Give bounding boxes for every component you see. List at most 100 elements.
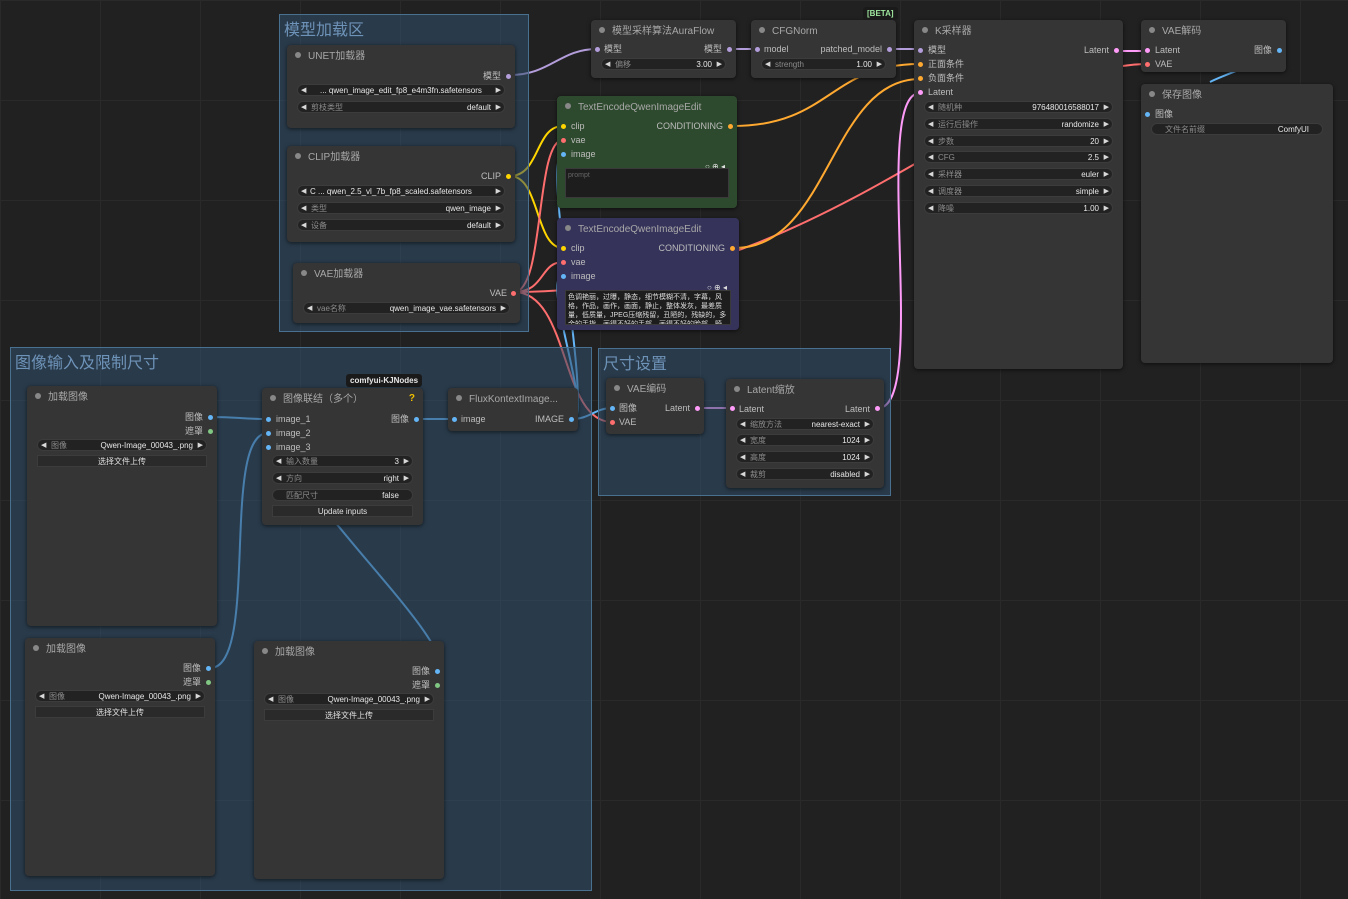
- arrow-left-icon[interactable]: ◀: [928, 102, 933, 112]
- scheduler-widget[interactable]: ◀ 调度器 simple ▶: [924, 185, 1113, 197]
- steps-widget[interactable]: ◀ 步数 20 ▶: [924, 135, 1113, 147]
- input-port-clip[interactable]: [561, 124, 566, 129]
- input-port[interactable]: [595, 47, 600, 52]
- node-load-image-2[interactable]: 加载图像 图像 遮罩 ◀ 图像 Qwen-Image_00043_.png ▶ 选择文…: [25, 638, 215, 876]
- arrow-right-icon[interactable]: ▶: [496, 203, 501, 213]
- input-port-latent[interactable]: [918, 90, 923, 95]
- output-port[interactable]: [506, 74, 511, 79]
- collapse-dot-icon[interactable]: [456, 395, 462, 401]
- collapse-dot-icon[interactable]: [599, 27, 605, 33]
- input-port-model[interactable]: [918, 48, 923, 53]
- output-port[interactable]: [887, 47, 892, 52]
- input-port-latent[interactable]: [1145, 48, 1150, 53]
- arrow-left-icon[interactable]: ◀: [41, 440, 46, 450]
- sampler-widget[interactable]: ◀ 采样器 euler ▶: [924, 168, 1113, 180]
- output-port[interactable]: [875, 406, 880, 411]
- collapse-dot-icon[interactable]: [734, 386, 740, 392]
- arrow-right-icon[interactable]: ▶: [501, 303, 506, 313]
- arrow-left-icon[interactable]: ◀: [301, 102, 306, 112]
- arrow-right-icon[interactable]: ▶: [1104, 186, 1109, 196]
- input-port-image2[interactable]: [266, 431, 271, 436]
- collapse-dot-icon[interactable]: [1149, 27, 1155, 33]
- output-port[interactable]: [414, 417, 419, 422]
- node-vae-loader[interactable]: VAE加载器 VAE ◀ vae名称 qwen_image_vae.safetens…: [293, 263, 520, 323]
- arrow-right-icon[interactable]: ▶: [496, 186, 501, 196]
- arrow-right-icon[interactable]: ▶: [1104, 119, 1109, 129]
- direction-widget[interactable]: ◀ 方向 right ▶: [272, 472, 413, 484]
- upload-button[interactable]: 选择文件上传: [37, 455, 207, 467]
- arrow-right-icon[interactable]: ▶: [717, 59, 722, 69]
- collapse-dot-icon[interactable]: [33, 645, 39, 651]
- unet-dtype-widget[interactable]: ◀ 剪枝类型 default ▶: [297, 101, 505, 113]
- collapse-dot-icon[interactable]: [295, 52, 301, 58]
- unet-name-widget[interactable]: ◀... qwen_image_edit_fp8_e4m3fn.safetens…: [297, 84, 505, 96]
- output-port-mask[interactable]: [208, 429, 213, 434]
- collapse-dot-icon[interactable]: [35, 393, 41, 399]
- arrow-right-icon[interactable]: ▶: [1104, 203, 1109, 213]
- input-port-image[interactable]: [561, 274, 566, 279]
- strength-widget[interactable]: ◀ strength 1.00 ▶: [761, 58, 886, 70]
- seed-widget[interactable]: ◀ 随机种 976480016588017 ▶: [924, 101, 1113, 113]
- prompt-textarea[interactable]: prompt: [565, 168, 729, 198]
- cfg-widget[interactable]: ◀ CFG 2.5 ▶: [924, 151, 1113, 163]
- arrow-right-icon[interactable]: ▶: [1104, 136, 1109, 146]
- input-port-image[interactable]: [610, 406, 615, 411]
- arrow-right-icon[interactable]: ▶: [425, 694, 430, 704]
- clip-device-widget[interactable]: ◀ 设备 default ▶: [297, 219, 505, 231]
- node-load-image-1[interactable]: 加载图像 图像 遮罩 ◀ 图像 Qwen-Image_00043_.png ▶ 选择文…: [27, 386, 217, 626]
- prompt-textarea[interactable]: 色调艳丽，过曝，静态，细节模糊不清，字幕，风格，作品，画作，画面，静止，整体发灰…: [565, 290, 731, 325]
- node-save-image[interactable]: 保存图像 图像 文件名前缀 ComfyUI: [1141, 84, 1333, 363]
- arrow-left-icon[interactable]: ◀: [39, 691, 44, 701]
- arrow-left-icon[interactable]: ◀: [928, 119, 933, 129]
- arrow-left-icon[interactable]: ◀: [301, 203, 306, 213]
- node-load-image-3[interactable]: 加载图像 图像 遮罩 ◀ 图像 Qwen-Image_00043_.png ▶ 选择文…: [254, 641, 444, 879]
- node-cfgnorm[interactable]: CFGNorm model patched_model ◀ strength 1.0…: [751, 20, 896, 78]
- arrow-right-icon[interactable]: ▶: [865, 419, 870, 429]
- node-ksampler[interactable]: K采样器 模型 Latent 正面条件 负面条件 Latent ◀ 随机种 9764…: [914, 20, 1123, 369]
- arrow-left-icon[interactable]: ◀: [301, 220, 306, 230]
- arrow-right-icon[interactable]: ▶: [404, 456, 409, 466]
- collapse-dot-icon[interactable]: [565, 225, 571, 231]
- input-port-vae[interactable]: [1145, 62, 1150, 67]
- upload-button[interactable]: 选择文件上传: [264, 709, 434, 721]
- input-port[interactable]: [755, 47, 760, 52]
- output-port-image[interactable]: [206, 666, 211, 671]
- output-port[interactable]: [695, 406, 700, 411]
- node-unet-loader[interactable]: UNET加载器 模型 ◀... qwen_image_edit_fp8_e4m3…: [287, 45, 515, 128]
- collapse-dot-icon[interactable]: [922, 27, 928, 33]
- node-latent-upscale[interactable]: Latent缩放 Latent Latent ◀ 缩放方法 nearest-exac…: [726, 379, 884, 488]
- arrow-right-icon[interactable]: ▶: [404, 473, 409, 483]
- image-select-widget[interactable]: ◀ 图像 Qwen-Image_00043_.png ▶: [35, 690, 205, 702]
- node-text-encode-positive[interactable]: TextEncodeQwenImageEdit clip CONDITIONIN…: [557, 96, 737, 208]
- node-vae-decode[interactable]: VAE解码 Latent 图像 VAE: [1141, 20, 1286, 72]
- image-select-widget[interactable]: ◀ 图像 Qwen-Image_00043_.png ▶: [264, 693, 434, 705]
- arrow-right-icon[interactable]: ▶: [196, 691, 201, 701]
- arrow-right-icon[interactable]: ▶: [865, 452, 870, 462]
- output-port-mask[interactable]: [206, 680, 211, 685]
- input-port-image[interactable]: [1145, 112, 1150, 117]
- output-port-mask[interactable]: [435, 683, 440, 688]
- arrow-left-icon[interactable]: ◀: [740, 435, 745, 445]
- arrow-left-icon[interactable]: ◀: [740, 469, 745, 479]
- height-widget[interactable]: ◀ 高度 1024 ▶: [736, 451, 874, 463]
- arrow-left-icon[interactable]: ◀: [301, 186, 306, 196]
- collapse-dot-icon[interactable]: [1149, 91, 1155, 97]
- arrow-left-icon[interactable]: ◀: [928, 203, 933, 213]
- arrow-right-icon[interactable]: ▶: [865, 469, 870, 479]
- arrow-left-icon[interactable]: ◀: [268, 694, 273, 704]
- clip-type-widget[interactable]: ◀ 类型 qwen_image ▶: [297, 202, 505, 214]
- arrow-right-icon[interactable]: ▶: [496, 85, 501, 95]
- arrow-left-icon[interactable]: ◀: [740, 452, 745, 462]
- input-port-image[interactable]: [561, 152, 566, 157]
- collapse-dot-icon[interactable]: [614, 385, 620, 391]
- arrow-left-icon[interactable]: ◀: [928, 186, 933, 196]
- collapse-dot-icon[interactable]: [565, 103, 571, 109]
- input-port-negative[interactable]: [918, 76, 923, 81]
- input-port-latent[interactable]: [730, 406, 735, 411]
- node-clip-loader[interactable]: CLIP加载器 CLIP ◀ C ... qwen_2.5_vl_7b_fp8_s…: [287, 146, 515, 242]
- crop-widget[interactable]: ◀ 裁剪 disabled ▶: [736, 468, 874, 480]
- output-port[interactable]: [727, 47, 732, 52]
- output-port[interactable]: [1277, 48, 1282, 53]
- arrow-right-icon[interactable]: ▶: [496, 220, 501, 230]
- arrow-right-icon[interactable]: ▶: [877, 59, 882, 69]
